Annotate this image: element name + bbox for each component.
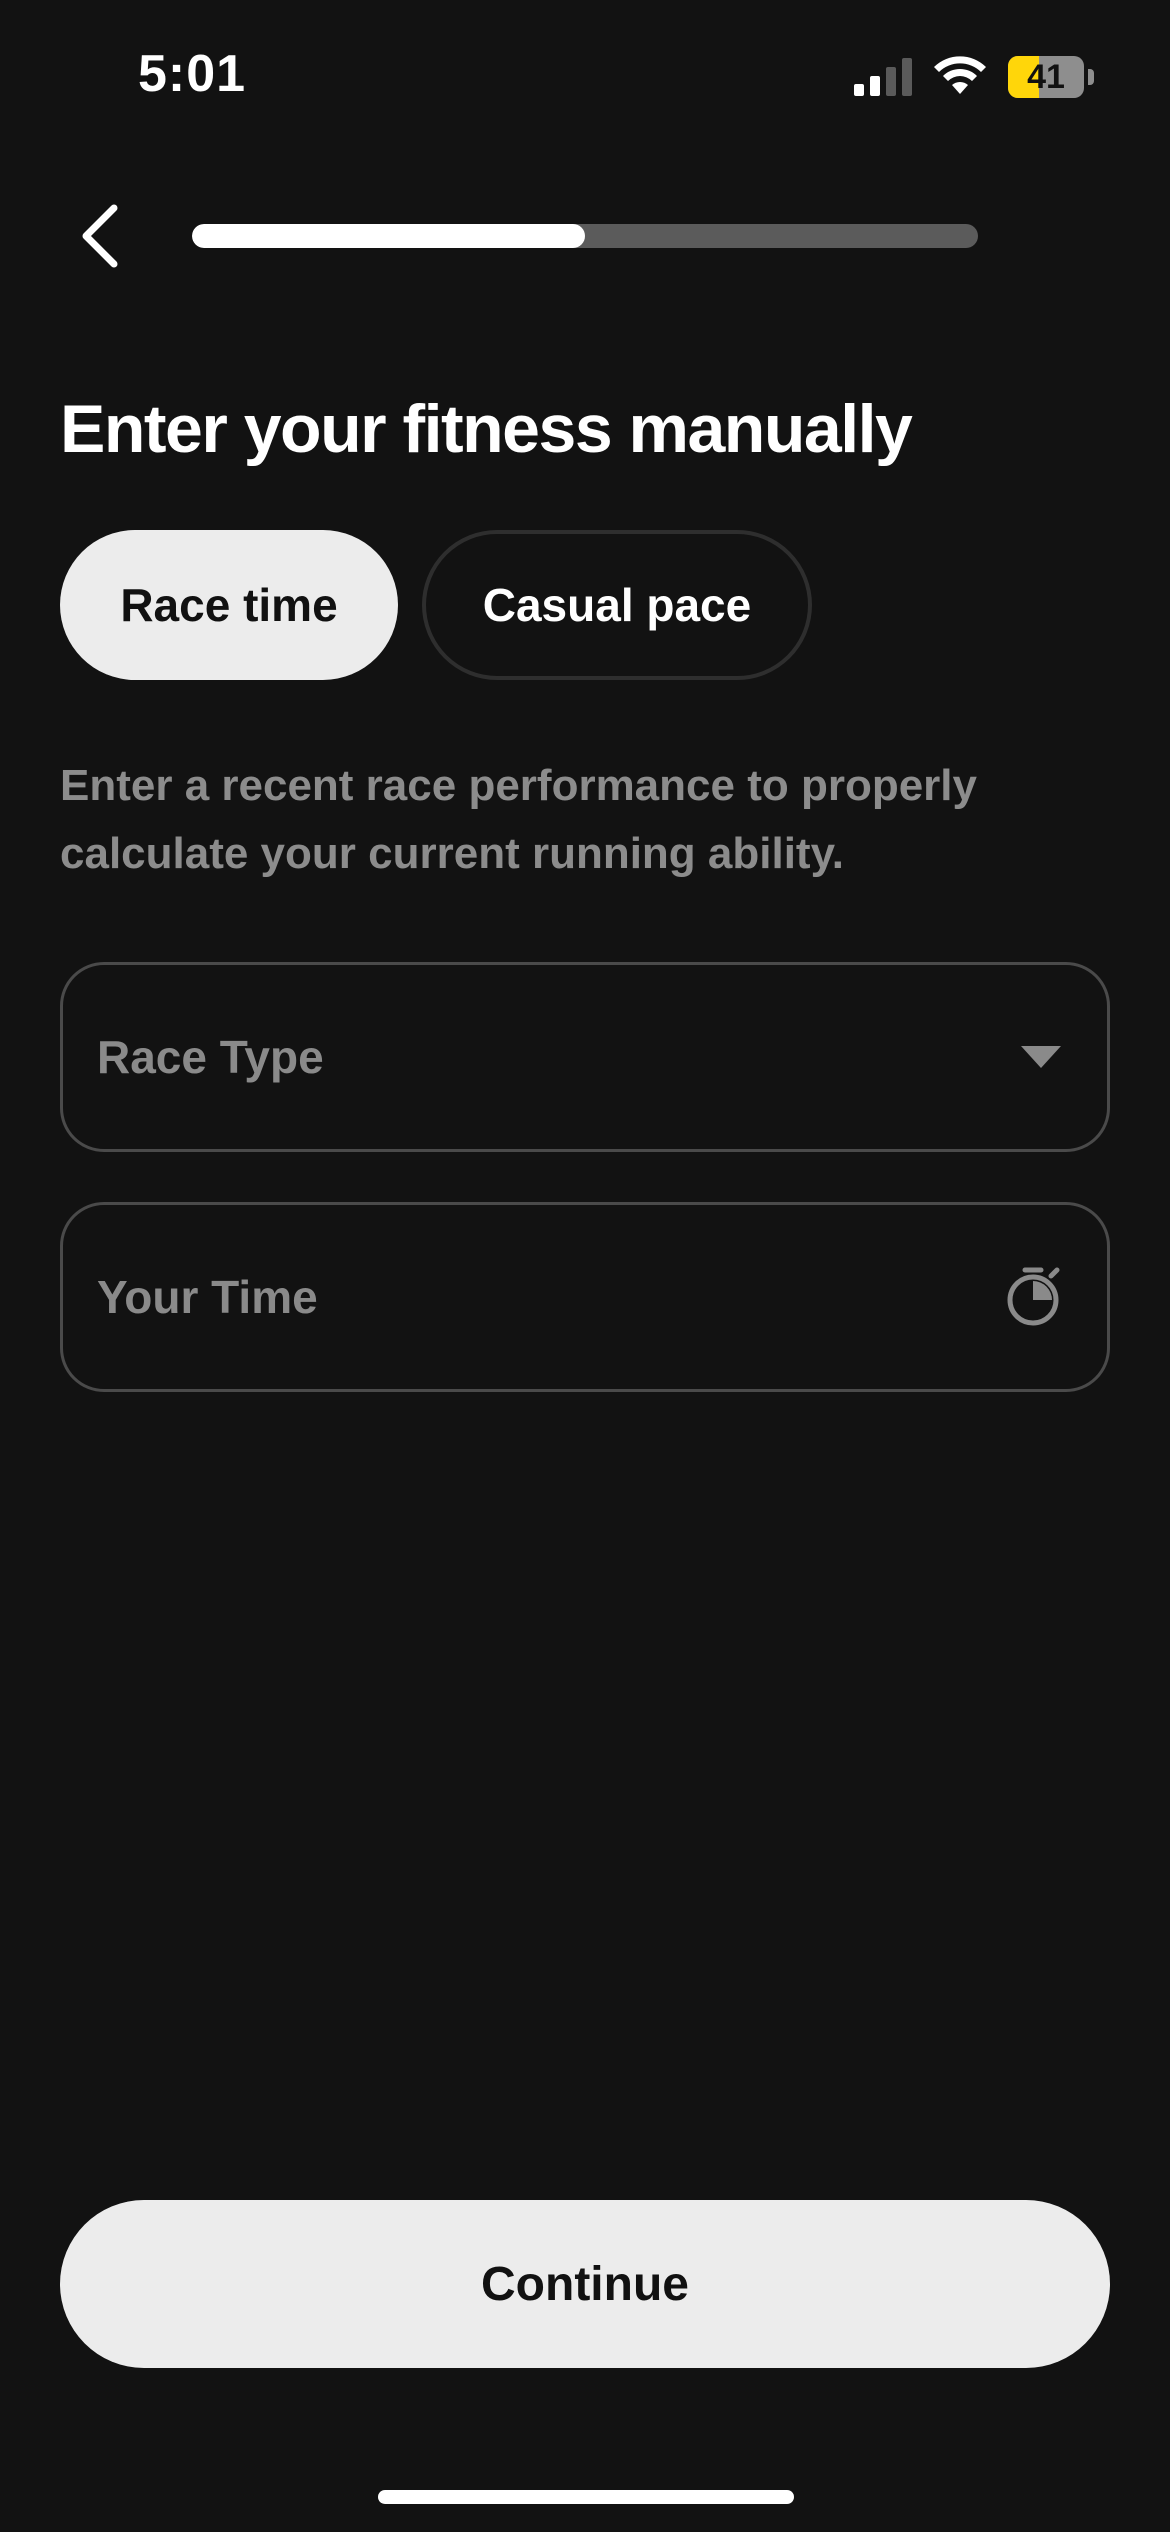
- battery-level: 41: [1027, 58, 1065, 96]
- stopwatch-icon: [1007, 1267, 1060, 1326]
- tab-casual-pace-label: Casual pace: [482, 579, 752, 631]
- battery-body: 41: [1008, 56, 1084, 98]
- home-indicator: [378, 2490, 794, 2504]
- wifi-icon: [934, 56, 986, 94]
- caret-down-icon: [1021, 1046, 1061, 1068]
- battery-cap: [1088, 69, 1094, 85]
- tab-race-time[interactable]: Race time: [60, 530, 398, 680]
- progress-fill: [192, 224, 585, 248]
- race-type-placeholder: Race Type: [97, 1031, 324, 1083]
- continue-button[interactable]: Continue: [60, 2200, 1110, 2368]
- page-description: Enter a recent race performance to prope…: [60, 761, 977, 878]
- tab-casual-pace[interactable]: Casual pace: [422, 530, 812, 680]
- your-time-input[interactable]: Your Time: [60, 1202, 1110, 1392]
- onboarding-progress-bar: [192, 224, 978, 248]
- race-type-select[interactable]: Race Type: [60, 962, 1110, 1152]
- chevron-left-icon: [82, 204, 118, 268]
- page-title: Enter your fitness manually: [60, 391, 913, 467]
- signal-icon: [854, 58, 912, 96]
- back-button[interactable]: [60, 196, 140, 276]
- battery-icon: 41: [1008, 56, 1096, 98]
- continue-label: Continue: [481, 2257, 689, 2311]
- status-time: 5:01: [138, 45, 247, 103]
- status-bar: 5:01 41: [0, 0, 1170, 150]
- your-time-placeholder: Your Time: [97, 1271, 318, 1323]
- tab-race-time-label: Race time: [120, 579, 338, 631]
